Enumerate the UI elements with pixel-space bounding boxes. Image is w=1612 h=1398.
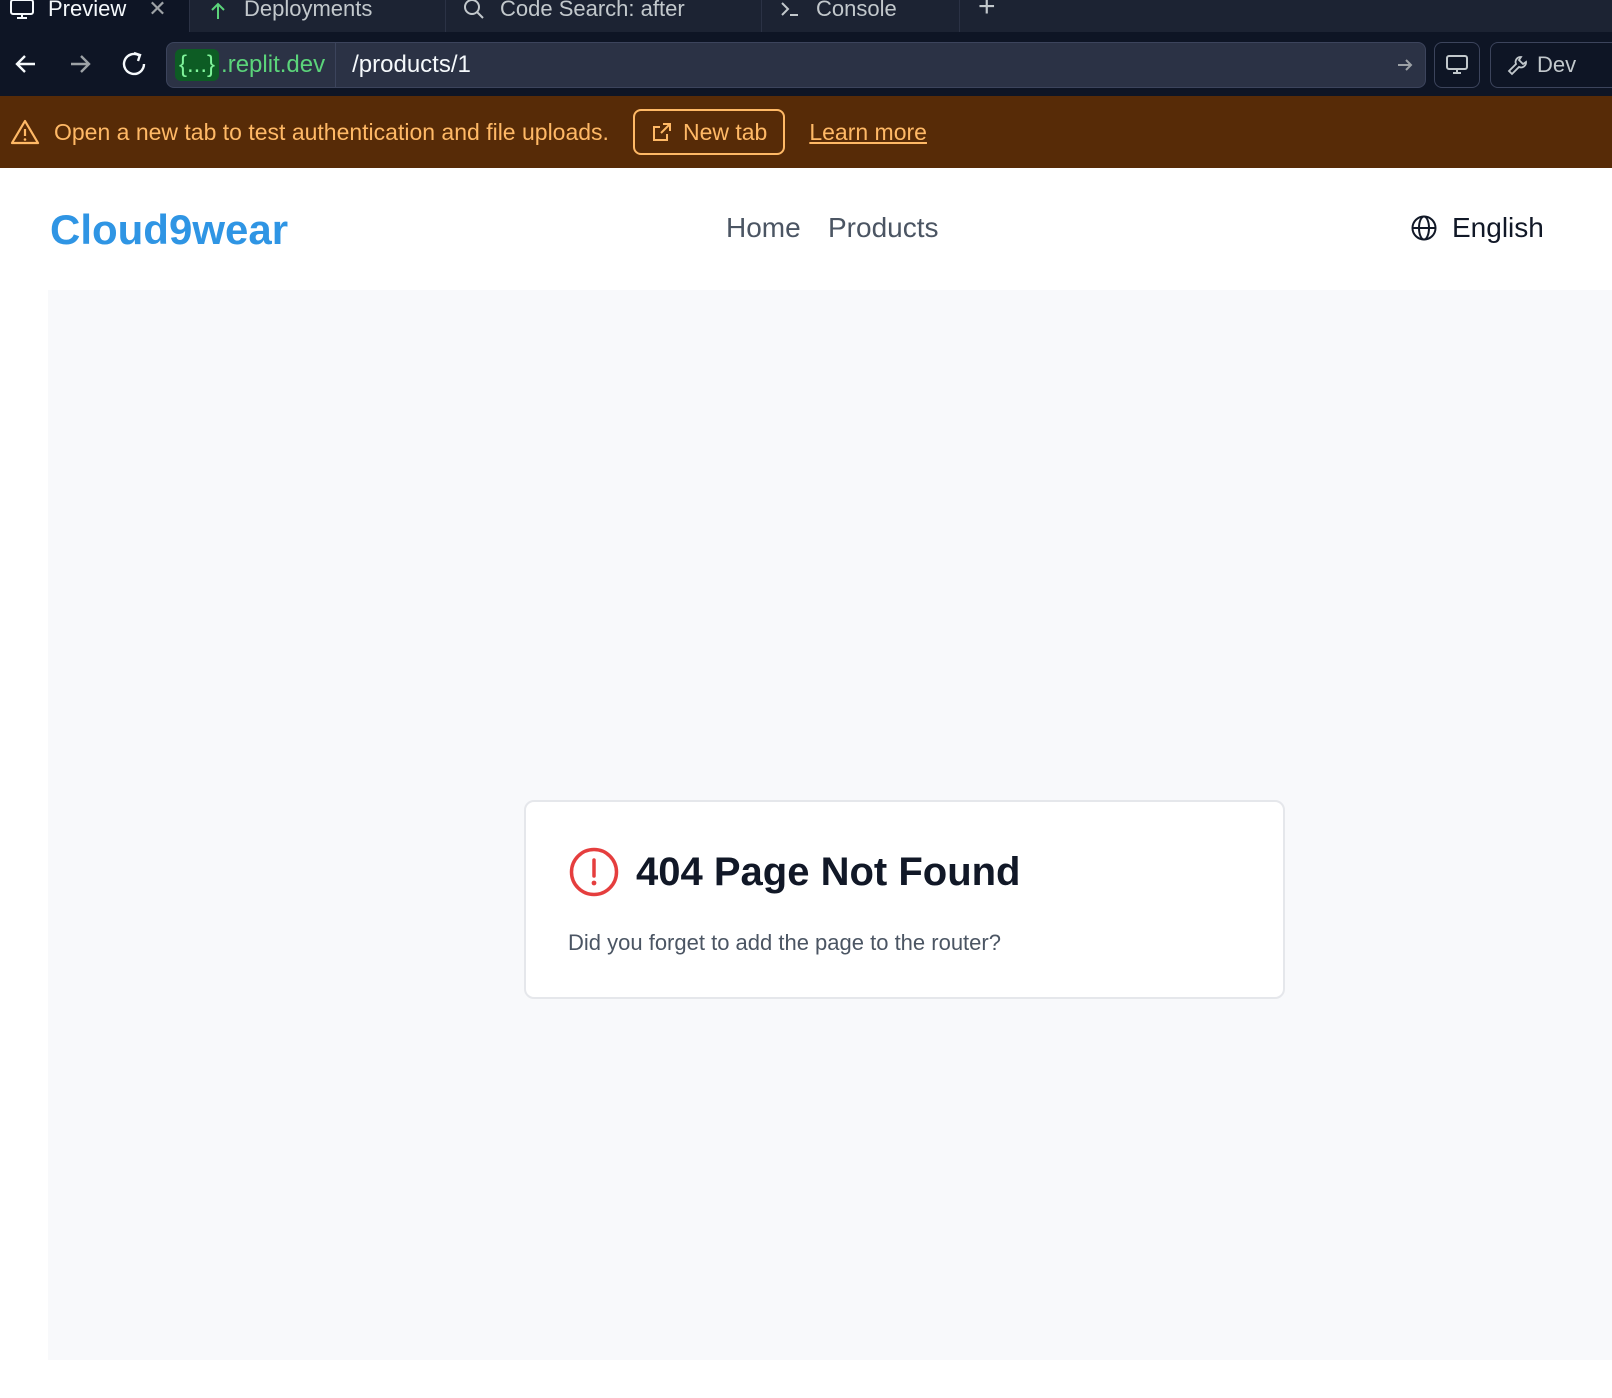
new-tab-button[interactable]: New tab xyxy=(632,109,786,155)
url-bar[interactable]: {...} .replit.dev /products/1 xyxy=(166,42,1426,88)
preview-nav-bar: {...} .replit.dev /products/1 Dev xyxy=(0,32,1612,96)
tab-deployments[interactable]: Deployments xyxy=(190,0,446,32)
tab-label: Deployments xyxy=(244,0,373,21)
devtools-button[interactable]: Dev xyxy=(1490,42,1612,88)
nav-link-products[interactable]: Products xyxy=(828,212,939,244)
forward-icon[interactable] xyxy=(62,46,98,82)
external-link-icon xyxy=(651,121,673,143)
devtools-label: Dev xyxy=(1537,52,1577,77)
tab-label: Code Search: after xyxy=(500,0,685,21)
language-label: English xyxy=(1452,212,1544,243)
new-tab-warning-banner: Open a new tab to test authentication an… xyxy=(0,96,1612,168)
add-tab-icon[interactable]: + xyxy=(978,0,996,24)
main-content: 404 Page Not Found Did you forget to add… xyxy=(48,290,1612,1360)
banner-message: Open a new tab to test authentication an… xyxy=(54,118,609,145)
site-logo[interactable]: Cloud9wear xyxy=(50,206,288,254)
url-host-badge: {...} xyxy=(175,49,220,81)
not-found-description: Did you forget to add the page to the ro… xyxy=(568,930,1001,955)
monitor-icon xyxy=(8,0,36,23)
url-host: {...} .replit.dev xyxy=(167,43,337,87)
tab-console[interactable]: Console xyxy=(762,0,960,32)
wrench-icon xyxy=(1507,54,1529,76)
tab-preview[interactable]: Preview ✕ xyxy=(0,0,190,32)
url-host-domain: .replit.dev xyxy=(221,51,326,78)
warning-icon xyxy=(10,118,40,146)
tab-label: Preview xyxy=(48,0,127,21)
new-tab-label: New tab xyxy=(682,118,768,145)
language-selector[interactable]: English xyxy=(1410,212,1544,244)
tab-code-search[interactable]: Code Search: after xyxy=(446,0,762,32)
learn-more-link[interactable]: Learn more xyxy=(809,119,927,146)
go-arrow-icon[interactable] xyxy=(1385,55,1425,75)
url-path-input[interactable]: /products/1 xyxy=(336,51,1385,79)
tab-label: Console xyxy=(816,0,897,21)
nav-link-home[interactable]: Home xyxy=(726,212,801,244)
globe-icon xyxy=(1410,214,1438,242)
terminal-icon xyxy=(776,0,804,23)
monitor-icon xyxy=(1446,55,1468,75)
deployments-icon xyxy=(204,0,232,23)
not-found-heading: 404 Page Not Found xyxy=(568,846,1021,898)
reload-icon[interactable] xyxy=(116,46,152,82)
not-found-card: 404 Page Not Found Did you forget to add… xyxy=(524,800,1285,999)
workspace-tab-bar: Preview ✕ Deployments Code Search: after… xyxy=(0,0,1612,32)
page-title: 404 Page Not Found xyxy=(636,849,1021,894)
site-header: Cloud9wear Home Products English xyxy=(0,168,1612,290)
device-preview-button[interactable] xyxy=(1434,42,1480,88)
search-icon xyxy=(460,0,488,23)
close-icon[interactable]: ✕ xyxy=(148,0,166,22)
back-icon[interactable] xyxy=(8,46,44,82)
alert-circle-icon xyxy=(568,846,620,898)
